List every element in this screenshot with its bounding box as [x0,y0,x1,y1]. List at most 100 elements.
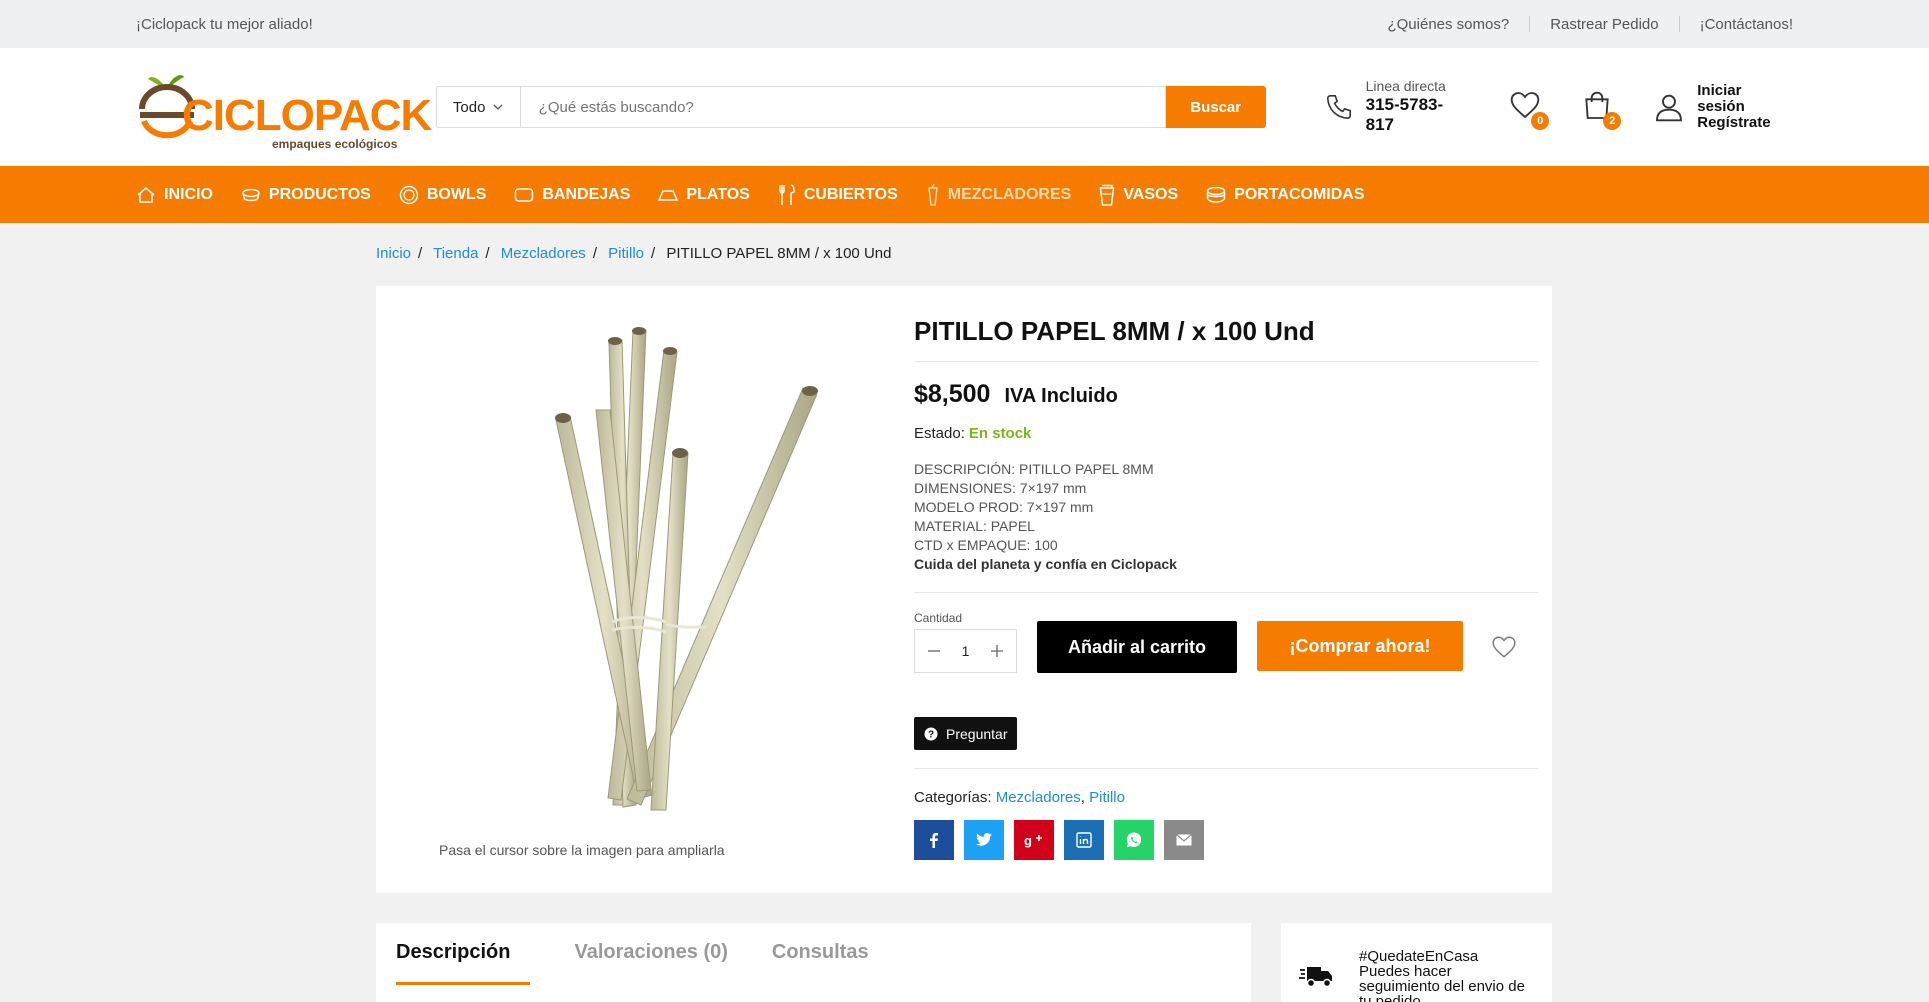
contact-block: Linea directa 315-5783-817 [1324,78,1472,135]
nav-item-inicio[interactable]: INICIO [136,186,213,204]
contact-label: Linea directa [1365,78,1446,95]
breadcrumb-mezcladores[interactable]: Mezcladores [501,245,586,262]
share-whatsapp-button[interactable] [1114,820,1154,860]
food-box-icon [1206,186,1226,203]
email-icon [1176,834,1192,846]
cart-button[interactable]: 2 [1581,90,1622,130]
cart-count-badge: 2 [1603,112,1622,130]
breadcrumb-inicio[interactable]: Inicio [376,245,411,262]
description-tagline: Cuida del planeta y confía en Ciclopack [914,556,1177,572]
stock-label: Estado: [914,425,965,442]
description-line: DESCRIPCIÓN: PITILLO PAPEL 8MM [914,461,1154,477]
price-row: $8,500 IVA Incluido [914,380,1538,409]
tab-descripcion[interactable]: Descripción [396,941,531,985]
search-category-value: Todo [452,98,486,116]
product-categories: Categorías: Mezcladores, Pitillo [914,789,1125,806]
link-contact[interactable]: ¡Contáctanos! [1700,16,1793,33]
logo-text: CICLOPACK [182,91,432,140]
search-category-select[interactable]: Todo [435,86,520,128]
product-title: PITILLO PAPEL 8MM / x 100 Und [914,316,1538,362]
tax-note: IVA Incluido [1004,385,1118,407]
product-image[interactable] [416,310,866,830]
account-block: Iniciar sesión Regístrate [1653,83,1793,130]
minus-icon[interactable] [927,644,941,658]
category-link-pitillo[interactable]: Pitillo [1089,789,1125,806]
logo-subtitle: empaques ecológicos [272,137,398,151]
link-about[interactable]: ¿Quiénes somos? [1387,16,1509,33]
search-button[interactable]: Buscar [1165,86,1266,128]
link-track-order[interactable]: Rastrear Pedido [1550,16,1658,33]
description-line: MODELO PROD: 7×197 mm [914,499,1094,515]
share-googleplus-button[interactable]: g [1014,820,1054,860]
share-buttons: g [914,820,1538,860]
nav-label: PLATOS [686,185,750,203]
breadcrumb-current: PITILLO PAPEL 8MM / x 100 Und [666,245,892,262]
svg-text:?: ? [928,729,934,740]
chevron-down-icon [493,104,503,110]
nav-item-bandejas[interactable]: BANDEJAS [514,186,630,204]
quantity-label: Cantidad [914,611,963,625]
nav-label: BANDEJAS [542,185,631,203]
plus-icon[interactable] [990,644,1004,658]
divider [914,768,1538,769]
divider [1529,16,1531,32]
quantity-value[interactable]: 1 [962,643,970,659]
tab-valoraciones[interactable]: Valoraciones (0) [574,941,727,982]
stock-status: Estado: En stock [914,425,1538,442]
share-email-button[interactable] [1164,820,1204,860]
add-to-cart-row: Cantidad 1 Añadir al carrito ¡Comprar ah… [914,611,1538,673]
wishlist-button[interactable]: 0 [1509,90,1550,130]
nav-label: CUBIERTOS [803,185,898,203]
nav-item-productos[interactable]: PRODUCTOS [241,186,371,204]
nav-item-vasos[interactable]: VASOS [1099,184,1178,206]
share-linkedin-button[interactable] [1064,820,1104,860]
main-nav: INICIO PRODUCTOS BOWLS BANDEJAS PLATOS C… [0,166,1929,223]
contact-phone[interactable]: 315-5783-817 [1366,95,1472,135]
bowl-icon [399,185,419,204]
phone-icon [1326,94,1351,120]
share-twitter-button[interactable] [964,820,1004,860]
cutlery-icon [779,183,795,205]
twitter-icon [976,833,992,846]
nav-label: MEZCLADORES [947,185,1072,203]
nav-item-portacomidas[interactable]: PORTACOMIDAS [1206,186,1365,204]
ask-question-button[interactable]: ? Preguntar [914,717,1018,750]
register-link[interactable]: Regístrate [1697,114,1770,131]
login-link[interactable]: Iniciar sesión [1697,82,1745,115]
divider [1678,16,1680,32]
nav-item-mezcladores[interactable]: MEZCLADORES [926,183,1072,206]
product-price: $8,500 [914,380,991,408]
top-links: ¿Quiénes somos? Rastrear Pedido ¡Contáct… [1387,16,1793,33]
nav-item-bowls[interactable]: BOWLS [399,185,487,205]
site-logo[interactable]: CICLOPACK empaques ecológicos [136,67,432,151]
nav-item-cubiertos[interactable]: CUBIERTOS [778,183,898,206]
nav-label: VASOS [1123,185,1179,203]
wishlist-count-badge: 0 [1531,112,1550,130]
categories-label: Categorías: [914,789,992,806]
image-zoom-hint: Pasa el cursor sobre la imagen para ampl… [439,842,725,858]
buy-now-button[interactable]: ¡Comprar ahora! [1257,621,1463,671]
category-link-mezcladores[interactable]: Mezcladores [996,789,1081,806]
shipping-info-box: #QuedateEnCasa Puedes hacer seguimiento … [1281,923,1552,1002]
product-info: PITILLO PAPEL 8MM / x 100 Und $8,500 IVA… [914,316,1538,860]
divider [914,592,1538,593]
description-line: CTD x EMPAQUE: 100 [914,537,1058,553]
description-line: MATERIAL: PAPEL [914,518,1035,534]
shipping-info-text: #QuedateEnCasa Puedes hacer seguimiento … [1359,948,1525,1002]
tray-icon [515,187,534,202]
share-facebook-button[interactable] [914,820,954,860]
nav-label: BOWLS [426,185,487,203]
add-to-cart-button[interactable]: Añadir al carrito [1037,621,1237,673]
search-input[interactable] [519,86,1166,128]
add-to-wishlist-heart-icon[interactable] [1491,635,1517,659]
linkedin-icon [1076,832,1092,848]
home-icon [137,186,155,203]
facebook-icon [930,833,938,848]
tab-consultas[interactable]: Consultas [772,941,869,982]
breadcrumb-pitillo[interactable]: Pitillo [608,245,644,262]
breadcrumb-tienda[interactable]: Tienda [433,245,478,262]
container-icon [242,188,260,201]
nav-item-platos[interactable]: PLATOS [658,185,750,204]
search-bar: Todo Buscar [435,86,1266,128]
user-icon [1656,94,1683,122]
